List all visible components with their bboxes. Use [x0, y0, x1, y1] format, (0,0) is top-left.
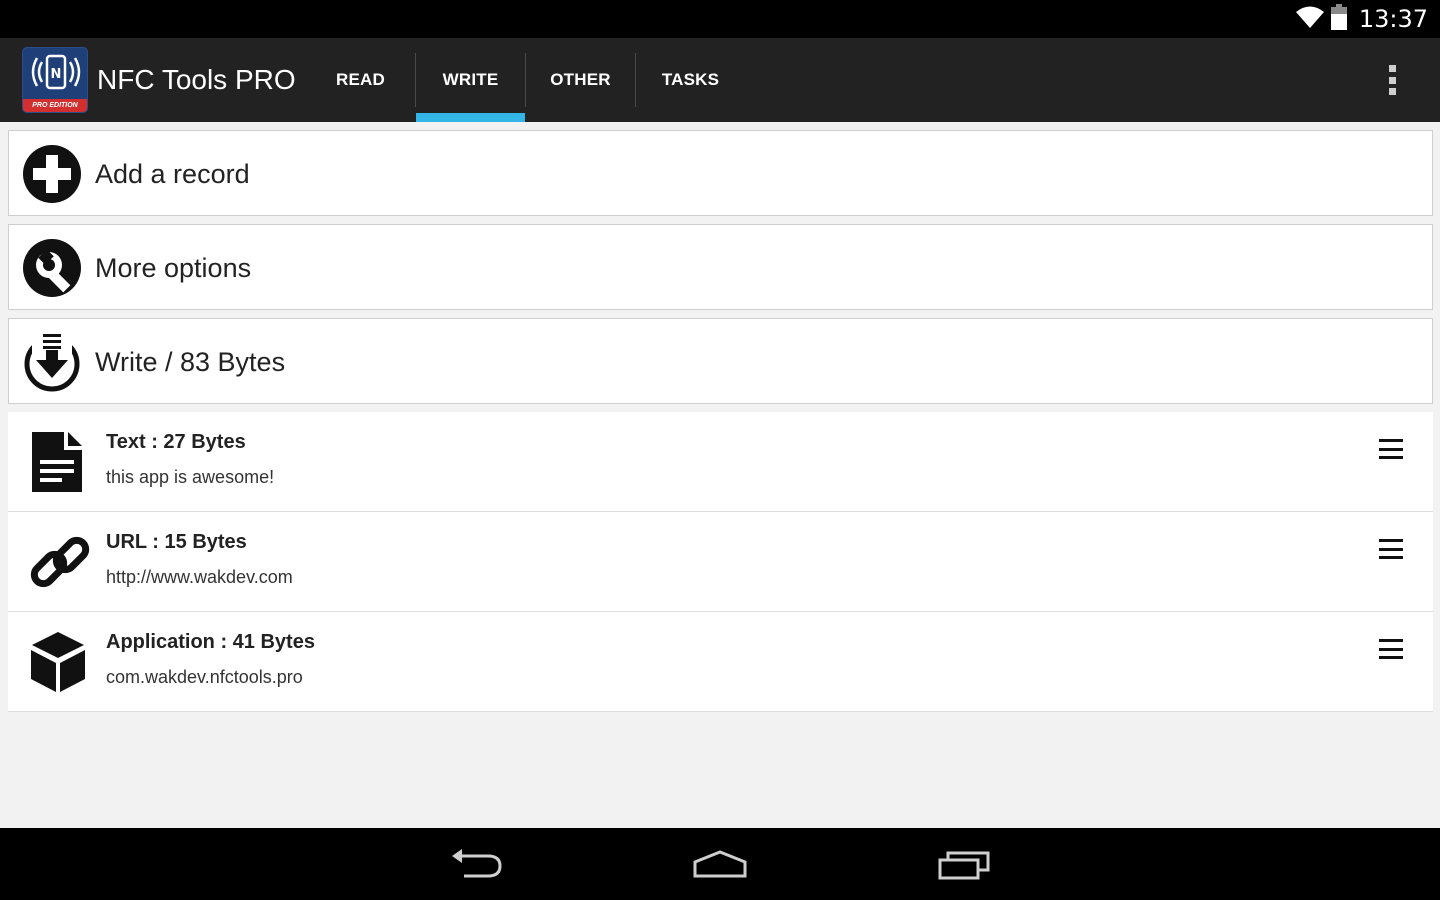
add-record-button[interactable]: Add a record	[8, 130, 1433, 216]
record-list: Text : 27 Bytes this app is awesome! URL…	[8, 412, 1433, 712]
list-item-application-record[interactable]: Application : 41 Bytes com.wakdev.nfctoo…	[8, 612, 1433, 712]
status-bar: 13:37	[0, 0, 1440, 38]
wifi-icon	[1295, 5, 1325, 34]
app-title: NFC Tools PRO	[97, 64, 296, 95]
tab-write[interactable]: WRITE	[416, 38, 525, 122]
document-icon	[32, 432, 82, 492]
write-download-icon	[24, 332, 80, 392]
record-title: URL : 15 Bytes	[106, 531, 247, 553]
wrench-icon	[23, 239, 81, 297]
action-bar: N PRO EDITION NFC Tools PRO READ WRITE O…	[0, 38, 1440, 122]
list-item-url-record[interactable]: URL : 15 Bytes http://www.wakdev.com	[8, 512, 1433, 612]
battery-icon	[1330, 3, 1347, 35]
add-record-label: Add a record	[95, 159, 250, 189]
write-button[interactable]: Write / 83 Bytes	[8, 318, 1433, 404]
recents-icon[interactable]	[930, 842, 1000, 886]
nfc-phone-icon: N	[31, 54, 81, 90]
write-label: Write / 83 Bytes	[95, 347, 286, 377]
tab-read[interactable]: READ	[306, 38, 415, 122]
cube-icon	[31, 632, 85, 692]
link-icon	[30, 536, 90, 588]
record-value: this app is awesome!	[106, 467, 275, 487]
drag-handle-icon[interactable]	[1379, 439, 1403, 459]
app-logo[interactable]: N PRO EDITION	[22, 47, 88, 113]
back-icon[interactable]	[446, 842, 516, 886]
clock: 13:37	[1358, 5, 1428, 33]
list-item-text-record[interactable]: Text : 27 Bytes this app is awesome!	[8, 412, 1433, 512]
navigation-bar	[0, 828, 1440, 900]
add-circle-icon	[23, 145, 81, 203]
home-icon[interactable]	[685, 842, 755, 886]
record-title: Text : 27 Bytes	[106, 431, 246, 453]
svg-text:N: N	[51, 67, 62, 82]
overflow-menu-icon[interactable]	[1380, 62, 1404, 98]
tab-tasks[interactable]: TASKS	[636, 38, 745, 122]
logo-ribbon: PRO EDITION	[23, 99, 87, 112]
record-value: http://www.wakdev.com	[106, 567, 293, 587]
main-content: Add a record More options Write / 83 Byt…	[0, 122, 1440, 828]
record-title: Application : 41 Bytes	[106, 631, 315, 653]
record-value: com.wakdev.nfctools.pro	[106, 667, 303, 687]
drag-handle-icon[interactable]	[1379, 539, 1403, 559]
tab-bar: READ WRITE OTHER TASKS	[306, 38, 745, 122]
more-options-label: More options	[95, 253, 252, 283]
drag-handle-icon[interactable]	[1379, 639, 1403, 659]
more-options-button[interactable]: More options	[8, 224, 1433, 310]
tab-other[interactable]: OTHER	[526, 38, 635, 122]
